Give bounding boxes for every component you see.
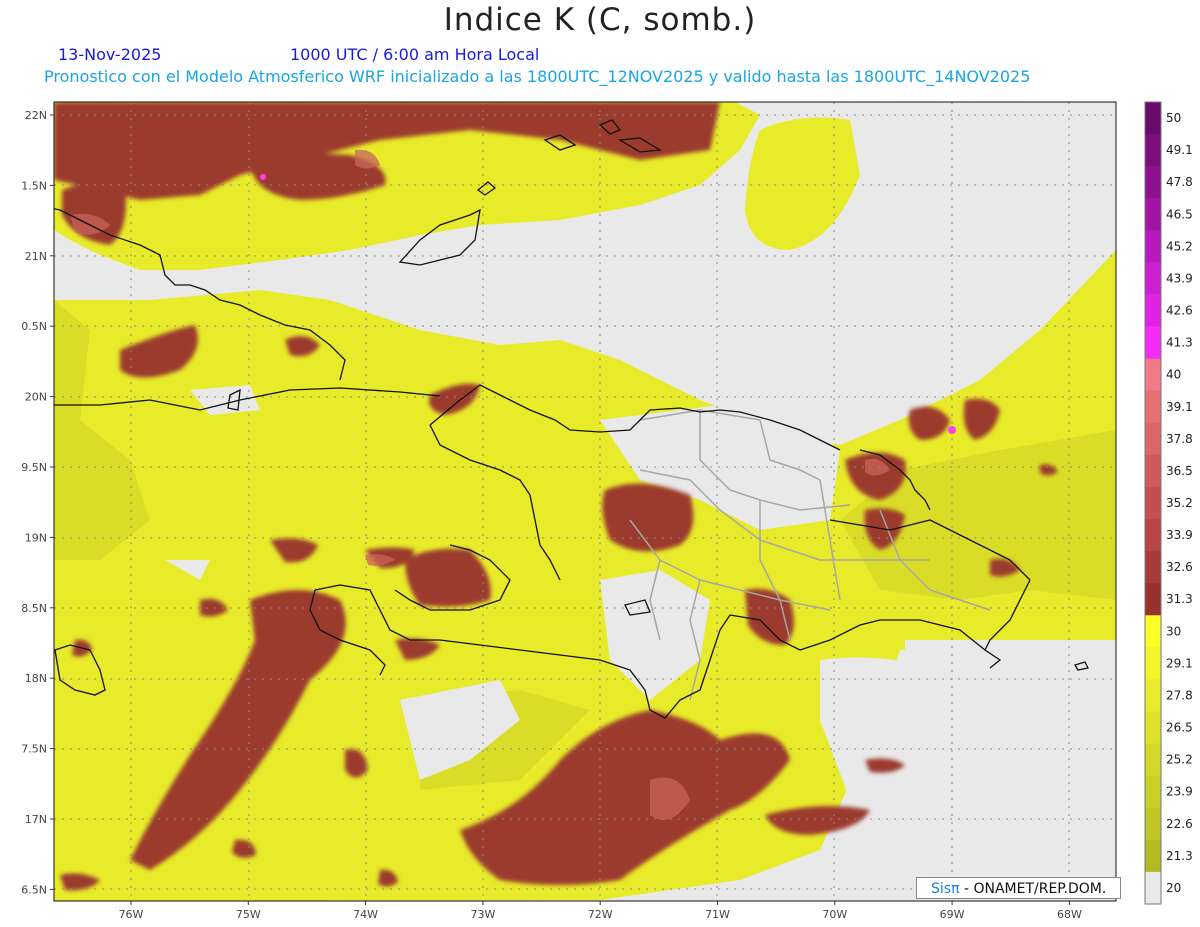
lat-tick-label: 0.5N [21, 320, 47, 333]
colorbar-swatch [1145, 134, 1161, 167]
lat-tick-label: 20N [25, 391, 47, 404]
colorbar-swatch [1145, 294, 1161, 328]
colorbar-tick-label: 35.2 [1166, 496, 1193, 510]
colorbar-tick-label: 33.9 [1166, 528, 1193, 542]
colorbar-swatch [1145, 422, 1161, 456]
colorbar-tick-label: 26.5 [1166, 721, 1193, 735]
colorbar-swatch [1145, 326, 1161, 360]
colorbar-tick-label: 42.6 [1166, 304, 1193, 318]
lon-tick-label: 71W [705, 908, 730, 921]
lon-tick-label: 75W [236, 908, 261, 921]
colorbar-tick-label: 21.3 [1166, 849, 1193, 863]
colorbar-swatch [1145, 166, 1161, 199]
colorbar-tick-label: 23.9 [1166, 785, 1193, 799]
colorbar-tick-label: 41.3 [1166, 336, 1193, 350]
colorbar-swatch [1145, 102, 1161, 135]
colorbar-tick-label: 49.1 [1166, 143, 1193, 157]
sis-pi-label: Sisπ [931, 881, 960, 897]
lat-tick-label: 21N [25, 250, 47, 263]
forecast-map: 22N 1.5N 21N 0.5N 20N 9.5N 19N 8.5N 18N 7.5N 17N 6.… [21, 101, 1193, 921]
onamet-credit-label: - ONAMET/REP.DOM. [959, 881, 1107, 897]
longitude-axis: 76W 75W 74W 73W 72W 71W 70W 69W 68W [119, 901, 1082, 921]
colorbar-tick-label: 32.6 [1166, 560, 1193, 574]
colorbar-swatch [1145, 775, 1161, 809]
credit-box: Sisπ - ONAMET/REP.DOM. [916, 877, 1121, 899]
colorbar-tick-label: 43.9 [1166, 271, 1193, 285]
lat-tick-label: 7.5N [21, 743, 47, 756]
colorbar-swatch [1145, 647, 1161, 681]
colorbar-swatch [1145, 551, 1161, 584]
colorbar-swatch [1145, 583, 1161, 616]
lon-tick-label: 73W [470, 908, 495, 921]
colorbar-tick-label: 31.3 [1166, 592, 1193, 606]
colorbar-swatch [1145, 390, 1161, 424]
lon-tick-label: 69W [940, 908, 965, 921]
lon-tick-label: 76W [119, 908, 144, 921]
lat-tick-label: 18N [25, 672, 47, 685]
colorbar-swatch [1145, 358, 1161, 392]
colorbar-tick-label: 25.2 [1166, 753, 1193, 767]
colorbar-swatch [1145, 711, 1161, 745]
colorbar-tick-label: 27.8 [1166, 688, 1193, 702]
colorbar-swatch [1145, 519, 1161, 552]
k-index-peak-marker [260, 174, 266, 180]
colorbar-tick-label: 37.8 [1166, 432, 1193, 446]
colorbar-tick-label: 47.8 [1166, 175, 1193, 189]
lon-tick-label: 70W [822, 908, 847, 921]
colorbar-swatch [1145, 679, 1161, 713]
lat-tick-label: 6.5N [21, 883, 47, 896]
colorbar-swatch [1145, 615, 1161, 648]
colorbar-swatch [1145, 871, 1161, 905]
colorbar-tick-label: 30 [1166, 624, 1181, 638]
colorbar-swatch [1145, 262, 1161, 296]
colorbar-swatch [1145, 198, 1161, 231]
colorbar-swatch [1145, 454, 1161, 488]
lat-tick-label: 1.5N [21, 179, 47, 192]
colorbar-tick-label: 20 [1166, 881, 1181, 895]
colorbar-tick-label: 46.5 [1166, 207, 1193, 221]
lat-tick-label: 22N [25, 109, 47, 122]
colorbar-tick-label: 22.6 [1166, 817, 1193, 831]
colorbar: 50 49.1 47.8 46.5 45.2 43.9 42.6 41.3 40 39.1 37.8… [1144, 101, 1193, 905]
colorbar-tick-label: 29.1 [1166, 656, 1193, 670]
colorbar-swatch [1145, 743, 1161, 777]
colorbar-tick-label: 36.5 [1166, 464, 1193, 478]
lat-tick-label: 8.5N [21, 602, 47, 615]
lat-tick-label: 17N [25, 813, 47, 826]
lon-tick-label: 74W [353, 908, 378, 921]
colorbar-swatch [1145, 486, 1161, 520]
lon-tick-label: 68W [1057, 908, 1082, 921]
colorbar-tick-label: 39.1 [1166, 400, 1193, 414]
colorbar-tick-label: 50 [1166, 111, 1181, 125]
colorbar-swatch [1145, 839, 1161, 873]
lat-tick-label: 19N [25, 531, 47, 544]
colorbar-tick-label: 45.2 [1166, 239, 1193, 253]
colorbar-swatch [1145, 230, 1161, 263]
colorbar-swatch [1145, 807, 1161, 841]
lon-tick-label: 72W [588, 908, 613, 921]
k-index-field [54, 102, 1116, 901]
lat-tick-label: 9.5N [21, 461, 47, 474]
colorbar-tick-label: 40 [1166, 368, 1181, 382]
latitude-axis: 22N 1.5N 21N 0.5N 20N 9.5N 19N 8.5N 18N 7.5N 17N 6.… [21, 109, 54, 896]
